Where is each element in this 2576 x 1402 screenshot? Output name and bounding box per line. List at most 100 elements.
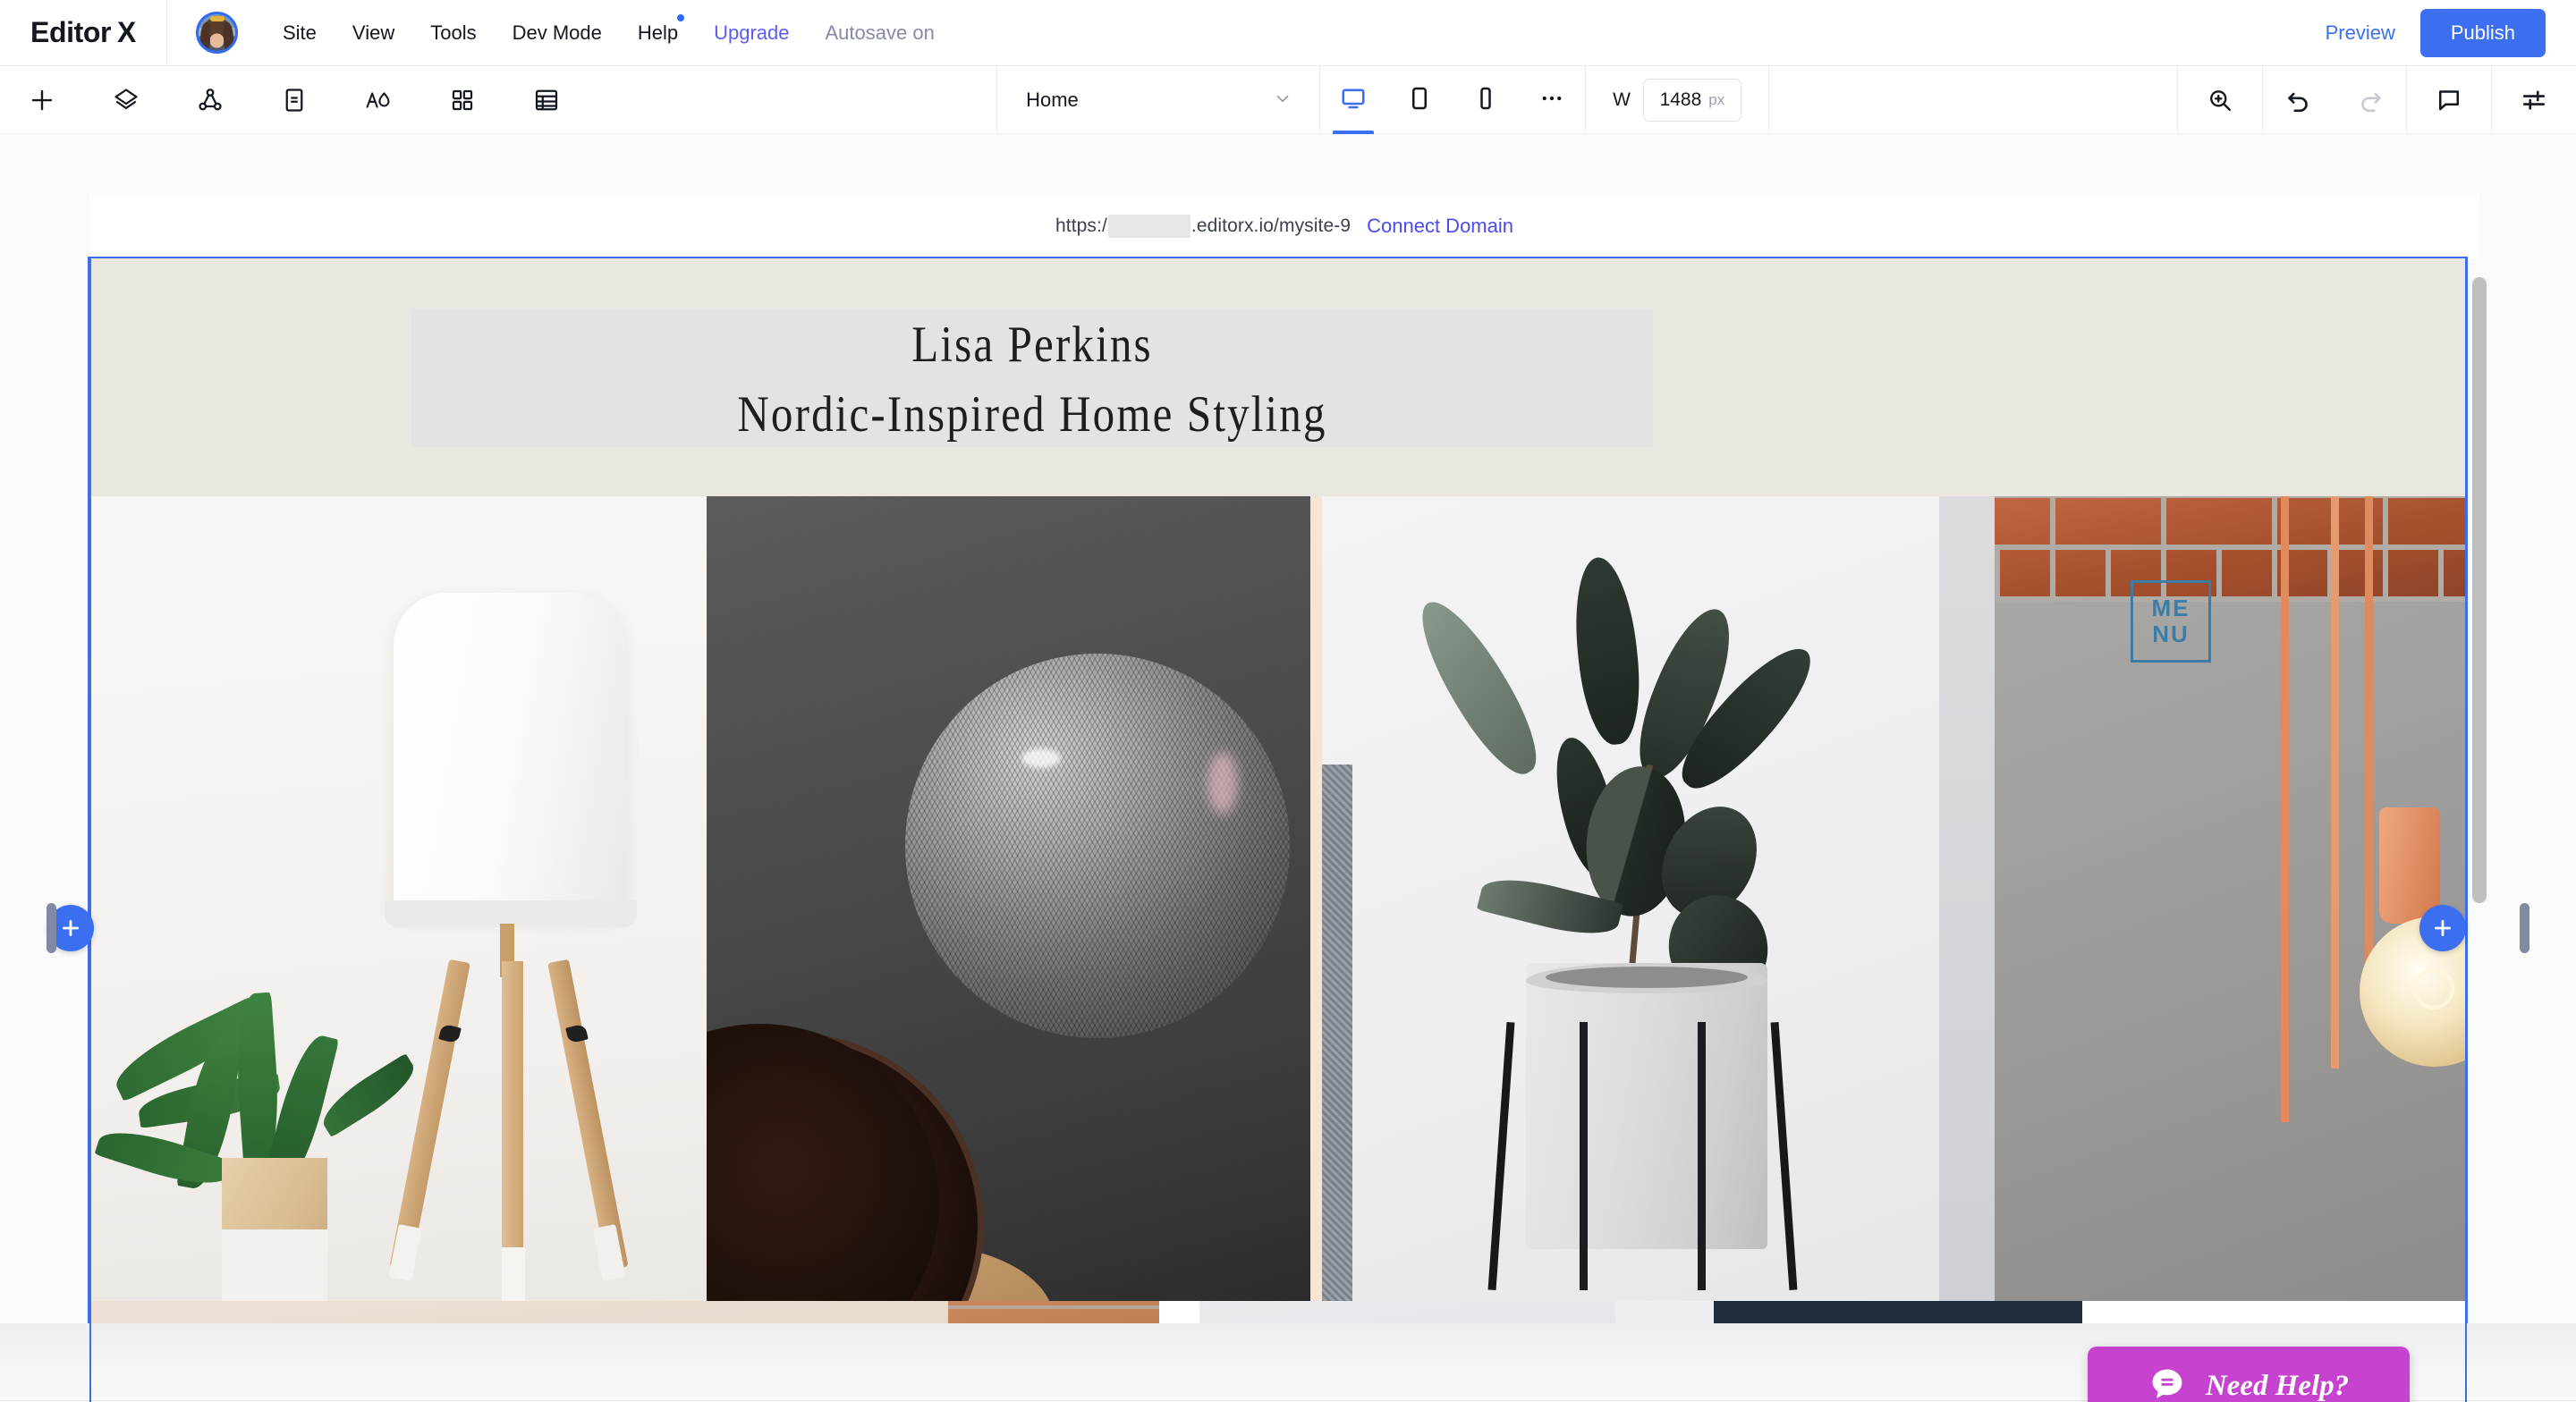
menu-item-dev-mode-label: Dev Mode	[512, 21, 602, 44]
comment-icon	[2436, 87, 2462, 114]
more-breakpoints-button[interactable]	[1519, 66, 1585, 134]
mobile-breakpoint-button[interactable]	[1453, 66, 1519, 134]
cms-button[interactable]	[504, 66, 589, 134]
gallery-divider-strip	[1310, 496, 1322, 1301]
chat-bubble-icon	[2148, 1365, 2186, 1402]
site-url: https:/ .editorx.io/mysite-9	[1055, 215, 1351, 238]
apps-button[interactable]	[420, 66, 504, 134]
add-elements-icon	[29, 87, 55, 114]
gallery-image-plant-graphic	[1322, 496, 1939, 1301]
site-url-redacted-block	[1107, 215, 1191, 238]
image-gallery	[89, 496, 2466, 1301]
menu-item-help-label: Help	[637, 21, 679, 44]
width-unit: px	[1708, 90, 1725, 108]
add-elements-button[interactable]	[0, 66, 84, 134]
site-title-line1: Lisa Perkins	[911, 317, 1153, 373]
top-bar: Editor X Site View Tools Dev Mode Help U…	[0, 0, 2576, 66]
site-menu-button-line2: NU	[2152, 621, 2190, 647]
add-section-guide-right	[2465, 258, 2467, 1402]
publish-button-label: Publish	[2450, 21, 2515, 44]
need-help-chat-label: Need Help?	[2205, 1369, 2350, 1402]
undo-button[interactable]	[2263, 66, 2334, 134]
tablet-icon	[1406, 85, 1433, 116]
pages-button[interactable]	[252, 66, 336, 134]
topbar-divider	[166, 0, 167, 66]
width-control: W 1488 px	[1586, 66, 1768, 133]
canvas-scrollbar-thumb[interactable]	[2472, 277, 2487, 903]
toolbar-left-group	[0, 66, 589, 133]
menu-item-upgrade[interactable]: Upgrade	[696, 0, 807, 65]
topbar-actions: Preview Publish	[2301, 8, 2576, 57]
need-help-chat-button[interactable]: Need Help?	[2088, 1347, 2410, 1402]
components-button[interactable]	[168, 66, 252, 134]
gallery-image-lamp[interactable]	[89, 496, 707, 1301]
cms-icon	[533, 87, 560, 114]
avatar[interactable]	[196, 12, 238, 54]
site-title[interactable]: Lisa Perkins Nordic-Inspired Home Stylin…	[498, 310, 1566, 450]
connect-domain-label: Connect Domain	[1367, 215, 1513, 237]
width-input[interactable]: 1488 px	[1642, 78, 1741, 122]
editor-toolbar: Home W 1488 px	[0, 66, 2576, 134]
site-url-suffix: .editorx.io/mysite-9	[1191, 215, 1352, 236]
width-value: 1488	[1659, 89, 1702, 110]
menu-item-view[interactable]: View	[335, 0, 412, 65]
components-icon	[197, 87, 224, 114]
desktop-breakpoint-button[interactable]	[1320, 66, 1386, 134]
site-title-line2: Nordic-Inspired Home Styling	[737, 386, 1327, 443]
menu-item-site[interactable]: Site	[265, 0, 335, 65]
app-logo-mark: X	[117, 16, 136, 48]
layers-icon	[113, 87, 140, 114]
zoom-button[interactable]	[2178, 66, 2262, 134]
site-menu-button[interactable]: ME NU	[2131, 580, 2211, 663]
chevron-down-icon	[1273, 89, 1292, 113]
preview-button-label: Preview	[2325, 21, 2395, 44]
add-section-guide-left	[89, 258, 91, 1402]
menu-item-tools[interactable]: Tools	[412, 0, 494, 65]
connect-domain-link[interactable]: Connect Domain	[1367, 215, 1513, 238]
menu-item-view-label: View	[352, 21, 395, 44]
editor-stage: https:/ .editorx.io/mysite-9 Connect Dom…	[0, 134, 2576, 1402]
avatar-accessory	[210, 16, 225, 21]
width-label: W	[1613, 89, 1631, 110]
tablet-breakpoint-button[interactable]	[1386, 66, 1453, 134]
main-menu: Site View Tools Dev Mode Help Upgrade Au…	[265, 0, 953, 65]
menu-item-upgrade-label: Upgrade	[714, 21, 790, 44]
comments-button[interactable]	[2407, 66, 2491, 134]
gallery-image-speaker-graphic	[707, 496, 1310, 1301]
breakpoint-group	[1320, 66, 1585, 134]
autosave-status-label: Autosave on	[825, 21, 935, 44]
mobile-icon	[1472, 85, 1499, 116]
app-logo-text: Editor	[30, 16, 112, 48]
page-selector[interactable]: Home	[997, 66, 1319, 134]
preview-button[interactable]: Preview	[2301, 21, 2420, 45]
apps-icon	[450, 88, 475, 113]
app-logo[interactable]: Editor X	[0, 0, 166, 65]
site-url-prefix: https:/	[1055, 215, 1107, 236]
avatar-hair-left	[200, 22, 210, 51]
desktop-icon	[1340, 85, 1367, 116]
redo-button[interactable]	[2334, 66, 2406, 134]
site-preview-frame[interactable]: Lisa Perkins Nordic-Inspired Home Stylin…	[88, 257, 2468, 1402]
settings-button[interactable]	[2492, 66, 2576, 134]
menu-item-help[interactable]: Help	[620, 0, 696, 65]
layers-button[interactable]	[84, 66, 168, 134]
zoom-icon	[2207, 87, 2233, 114]
publish-button[interactable]: Publish	[2419, 8, 2546, 57]
menu-item-tools-label: Tools	[430, 21, 477, 44]
gallery-image-speaker[interactable]	[707, 496, 1310, 1301]
gallery-image-plant[interactable]	[1322, 496, 1939, 1301]
resize-handle-right[interactable]	[2520, 903, 2529, 953]
more-horizontal-icon	[1538, 85, 1565, 116]
menu-item-dev-mode[interactable]: Dev Mode	[495, 0, 620, 65]
settings-sliders-icon	[2521, 87, 2547, 114]
site-menu-button-line1: ME	[2151, 594, 2190, 621]
autosave-status: Autosave on	[808, 0, 953, 65]
add-section-button-right[interactable]	[2419, 905, 2466, 951]
undo-icon	[2285, 87, 2312, 114]
theme-manager-icon	[364, 87, 393, 114]
theme-manager-button[interactable]	[336, 66, 420, 134]
resize-handle-left[interactable]	[47, 903, 56, 953]
pages-icon	[281, 87, 308, 114]
notification-dot-icon	[677, 14, 685, 21]
page-selector-label: Home	[1026, 89, 1079, 111]
